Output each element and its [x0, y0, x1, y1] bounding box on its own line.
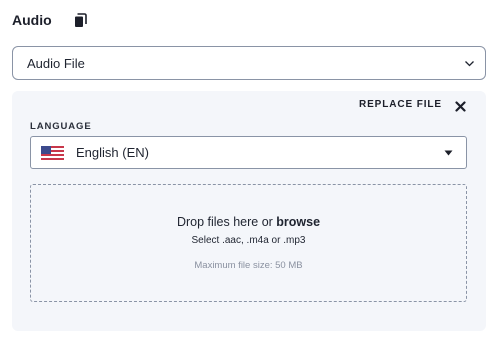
- language-label: LANGUAGE: [30, 121, 92, 132]
- dropzone-formats: Select .aac, .m4a or .mp3: [191, 235, 306, 246]
- audio-type-select[interactable]: Audio File: [12, 46, 486, 80]
- language-value: English (EN): [76, 145, 149, 160]
- caret-down-icon: [444, 150, 453, 156]
- us-flag-icon: [41, 145, 64, 160]
- section-title: Audio: [12, 12, 52, 28]
- audio-type-value: Audio File: [27, 55, 85, 71]
- close-icon[interactable]: [455, 99, 466, 112]
- dropzone-prompt-text: Drop files here or: [176, 215, 277, 229]
- audio-file-panel: REPLACE FILE LANGUAGE English (EN) Drop …: [12, 91, 486, 331]
- file-dropzone[interactable]: Drop files here or browse Select .aac, .…: [30, 184, 467, 302]
- section-header: Audio: [12, 12, 87, 28]
- dropzone-prompt: Drop files here or browse: [31, 215, 466, 229]
- browse-link[interactable]: browse: [276, 215, 320, 229]
- language-select[interactable]: English (EN): [30, 136, 467, 169]
- audio-settings: Audio Audio File REPLACE FILE LANGUAGE E…: [0, 0, 500, 337]
- replace-file-label: REPLACE FILE: [358, 99, 442, 110]
- chevron-down-icon: [465, 61, 474, 67]
- dropzone-max-size: Maximum file size: 50 MB: [194, 260, 303, 271]
- copy-icon[interactable]: [74, 12, 87, 28]
- replace-file-button[interactable]: REPLACE FILE: [358, 99, 466, 112]
